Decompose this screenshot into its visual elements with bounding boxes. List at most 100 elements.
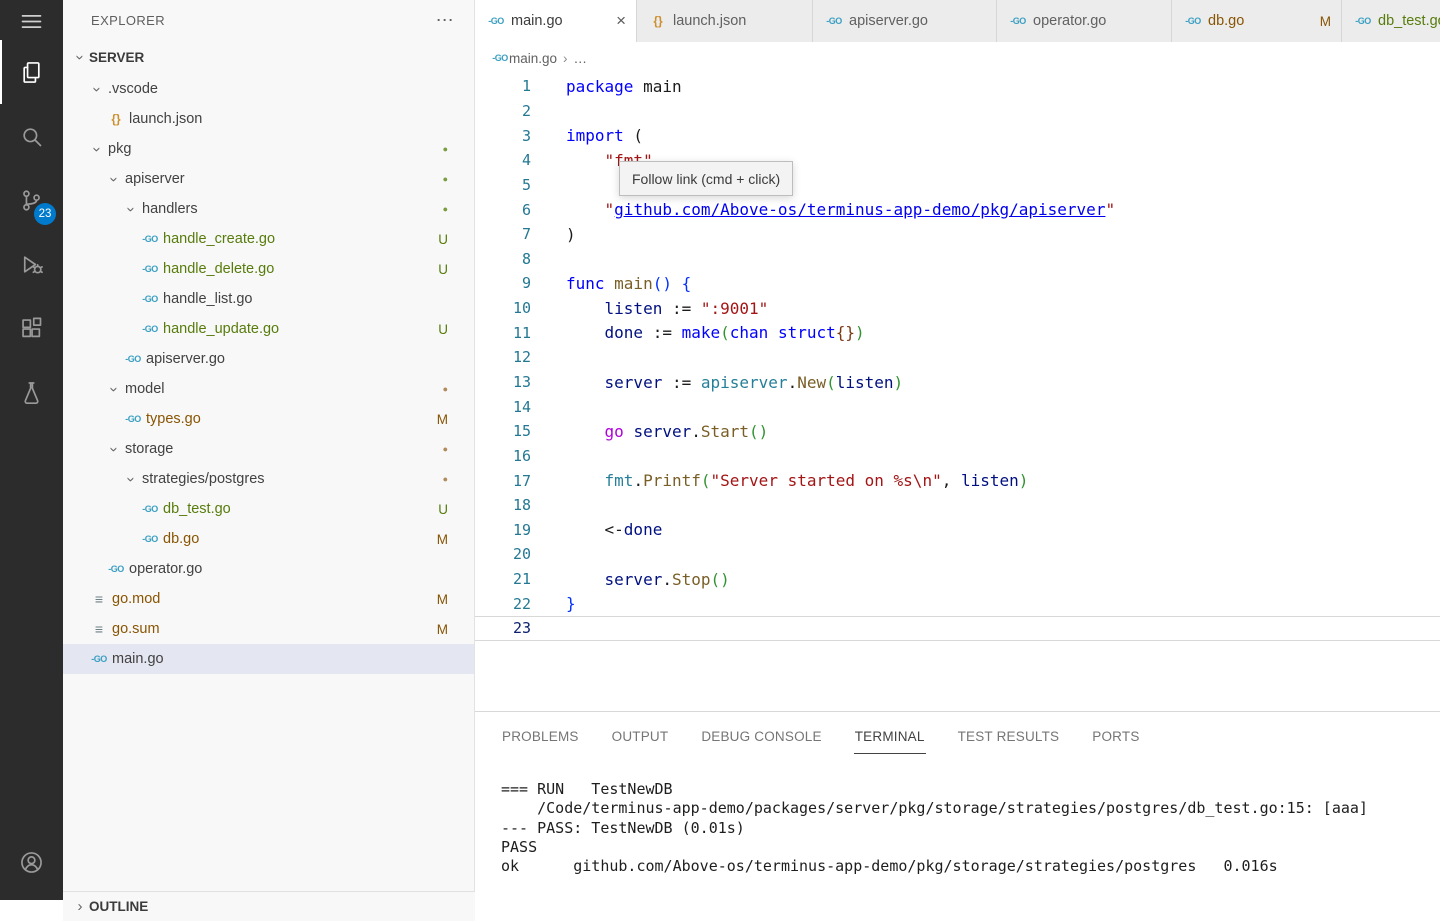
- section-header-outline[interactable]: › OUTLINE: [63, 891, 475, 921]
- code-token: (: [624, 126, 643, 145]
- tree-item-pkg[interactable]: ›pkg●: [63, 134, 474, 164]
- source-control-activity-button[interactable]: 23: [0, 168, 63, 232]
- git-status-badge: M: [437, 622, 448, 637]
- code-token: (: [720, 323, 730, 342]
- tree-item-types.go[interactable]: -GOtypes.goM: [63, 404, 474, 434]
- code-line: 2: [475, 99, 1440, 124]
- chevron-down-icon: ›: [72, 48, 89, 66]
- editor-tab-apiserver.go[interactable]: -GOapiserver.go: [813, 0, 997, 42]
- code-line: 7): [475, 222, 1440, 247]
- code-token: }: [566, 594, 576, 613]
- panel-tab-TEST RESULTS[interactable]: TEST RESULTS: [957, 719, 1061, 754]
- chevron-down-icon: ›: [89, 80, 106, 98]
- breadcrumb-more[interactable]: …: [574, 51, 588, 66]
- code-line: 8: [475, 246, 1440, 271]
- code-token: main: [605, 274, 653, 293]
- search-activity-button[interactable]: [0, 104, 63, 168]
- tree-item-model[interactable]: ›model●: [63, 374, 474, 404]
- code-line: 19 <-done: [475, 518, 1440, 543]
- go-file-icon: -GO: [1007, 16, 1029, 26]
- line-content: done := make(chan struct{}): [531, 323, 865, 342]
- tree-item-apiserver.go[interactable]: -GOapiserver.go: [63, 344, 474, 374]
- code-token: [768, 323, 778, 342]
- run-debug-icon: [18, 251, 45, 278]
- tree-item-go.sum[interactable]: ≡go.sumM: [63, 614, 474, 644]
- tree-item-db.go[interactable]: -GOdb.goM: [63, 524, 474, 554]
- line-content: "github.com/Above-os/terminus-app-demo/p…: [531, 200, 1115, 219]
- terminal-line: --- PASS: TestNewDB (0.01s): [501, 819, 1440, 838]
- tree-item-storage[interactable]: ›storage●: [63, 434, 474, 464]
- panel-tab-TERMINAL[interactable]: TERMINAL: [854, 719, 926, 754]
- tree-item-apiserver[interactable]: ›apiserver●: [63, 164, 474, 194]
- tree-item-launch.json[interactable]: {}launch.json: [63, 104, 474, 134]
- line-number: 19: [475, 521, 531, 539]
- explorer-activity-button[interactable]: [0, 40, 63, 104]
- code-token: [566, 299, 605, 318]
- code-token: ,: [942, 471, 961, 490]
- chevron-right-icon: ›: [71, 898, 89, 915]
- tree-item-handlers[interactable]: ›handlers●: [63, 194, 474, 224]
- testing-activity-button[interactable]: [0, 360, 63, 424]
- link-hover-tooltip: Follow link (cmd + click): [619, 161, 793, 196]
- search-icon: [18, 123, 45, 150]
- editor-tab-db.go[interactable]: -GOdb.goM: [1172, 0, 1342, 42]
- tree-item-operator.go[interactable]: -GOoperator.go: [63, 554, 474, 584]
- line-number: 2: [475, 102, 531, 120]
- account-button[interactable]: [0, 830, 63, 894]
- line-number: 11: [475, 324, 531, 342]
- code-line: 10 listen := ":9001": [475, 296, 1440, 321]
- editor-tab-main.go[interactable]: -GOmain.go×: [475, 0, 637, 42]
- menu-button[interactable]: [0, 2, 63, 40]
- code-token: go: [605, 422, 624, 441]
- tree-item-handle_list.go[interactable]: -GOhandle_list.go: [63, 284, 474, 314]
- tree-item-go.mod[interactable]: ≡go.modM: [63, 584, 474, 614]
- editor-tab-operator.go[interactable]: -GOoperator.go: [997, 0, 1172, 42]
- file-label: types.go: [146, 411, 201, 427]
- json-file-icon: {}: [105, 112, 127, 126]
- code-token: listen: [961, 471, 1019, 490]
- chevron-down-icon: ›: [106, 170, 123, 188]
- code-lines: 1package main23import (4 "fmt"56 "github…: [475, 74, 1440, 641]
- code-token: [566, 323, 605, 342]
- code-token: chan: [730, 323, 769, 342]
- line-number: 13: [475, 373, 531, 391]
- panel-tab-PORTS[interactable]: PORTS: [1091, 719, 1140, 754]
- terminal-output[interactable]: === RUN TestNewDB /Code/terminus-app-dem…: [475, 754, 1440, 876]
- file-label: handle_list.go: [163, 291, 253, 307]
- tree-item-handle_delete.go[interactable]: -GOhandle_delete.goU: [63, 254, 474, 284]
- tree-item-handle_update.go[interactable]: -GOhandle_update.goU: [63, 314, 474, 344]
- panel-tab-PROBLEMS[interactable]: PROBLEMS: [501, 719, 580, 754]
- code-token: (: [701, 471, 711, 490]
- tree-item-main.go[interactable]: -GOmain.go: [63, 644, 474, 674]
- file-label: handlers: [142, 201, 198, 217]
- file-label: go.sum: [112, 621, 160, 637]
- editor[interactable]: -GO main.go › … 1package main23import (4…: [475, 42, 1440, 711]
- panel-tab-OUTPUT[interactable]: OUTPUT: [611, 719, 670, 754]
- line-content: ): [531, 225, 576, 244]
- line-number: 15: [475, 422, 531, 440]
- panel-tab-DEBUG CONSOLE[interactable]: DEBUG CONSOLE: [700, 719, 822, 754]
- code-token: :=: [662, 299, 701, 318]
- line-number: 7: [475, 225, 531, 243]
- code-token: main: [633, 77, 681, 96]
- extensions-activity-button[interactable]: [0, 296, 63, 360]
- explorer-more-actions-icon[interactable]: ⋯: [436, 15, 454, 25]
- breadcrumb-file[interactable]: main.go: [509, 51, 557, 66]
- line-number: 1: [475, 77, 531, 95]
- go-file-icon: -GO: [139, 294, 161, 304]
- import-link[interactable]: github.com/Above-os/terminus-app-demo/pk…: [614, 200, 1105, 219]
- line-number: 20: [475, 545, 531, 563]
- code-token: (): [711, 570, 730, 589]
- section-header-server[interactable]: › SERVER: [63, 40, 474, 74]
- code-token: ): [566, 225, 576, 244]
- tree-item-handle_create.go[interactable]: -GOhandle_create.goU: [63, 224, 474, 254]
- close-icon[interactable]: ×: [616, 11, 626, 31]
- editor-tab-launch.json[interactable]: {}launch.json: [637, 0, 813, 42]
- tree-item-strategies/postgres[interactable]: ›strategies/postgres●: [63, 464, 474, 494]
- editor-tab-db_test.go[interactable]: -GOdb_test.go: [1342, 0, 1440, 42]
- tree-item-db_test.go[interactable]: -GOdb_test.goU: [63, 494, 474, 524]
- code-token: {: [682, 274, 692, 293]
- run-debug-activity-button[interactable]: [0, 232, 63, 296]
- go-file-icon: -GO: [139, 534, 161, 544]
- tree-item-.vscode[interactable]: ›.vscode: [63, 74, 474, 104]
